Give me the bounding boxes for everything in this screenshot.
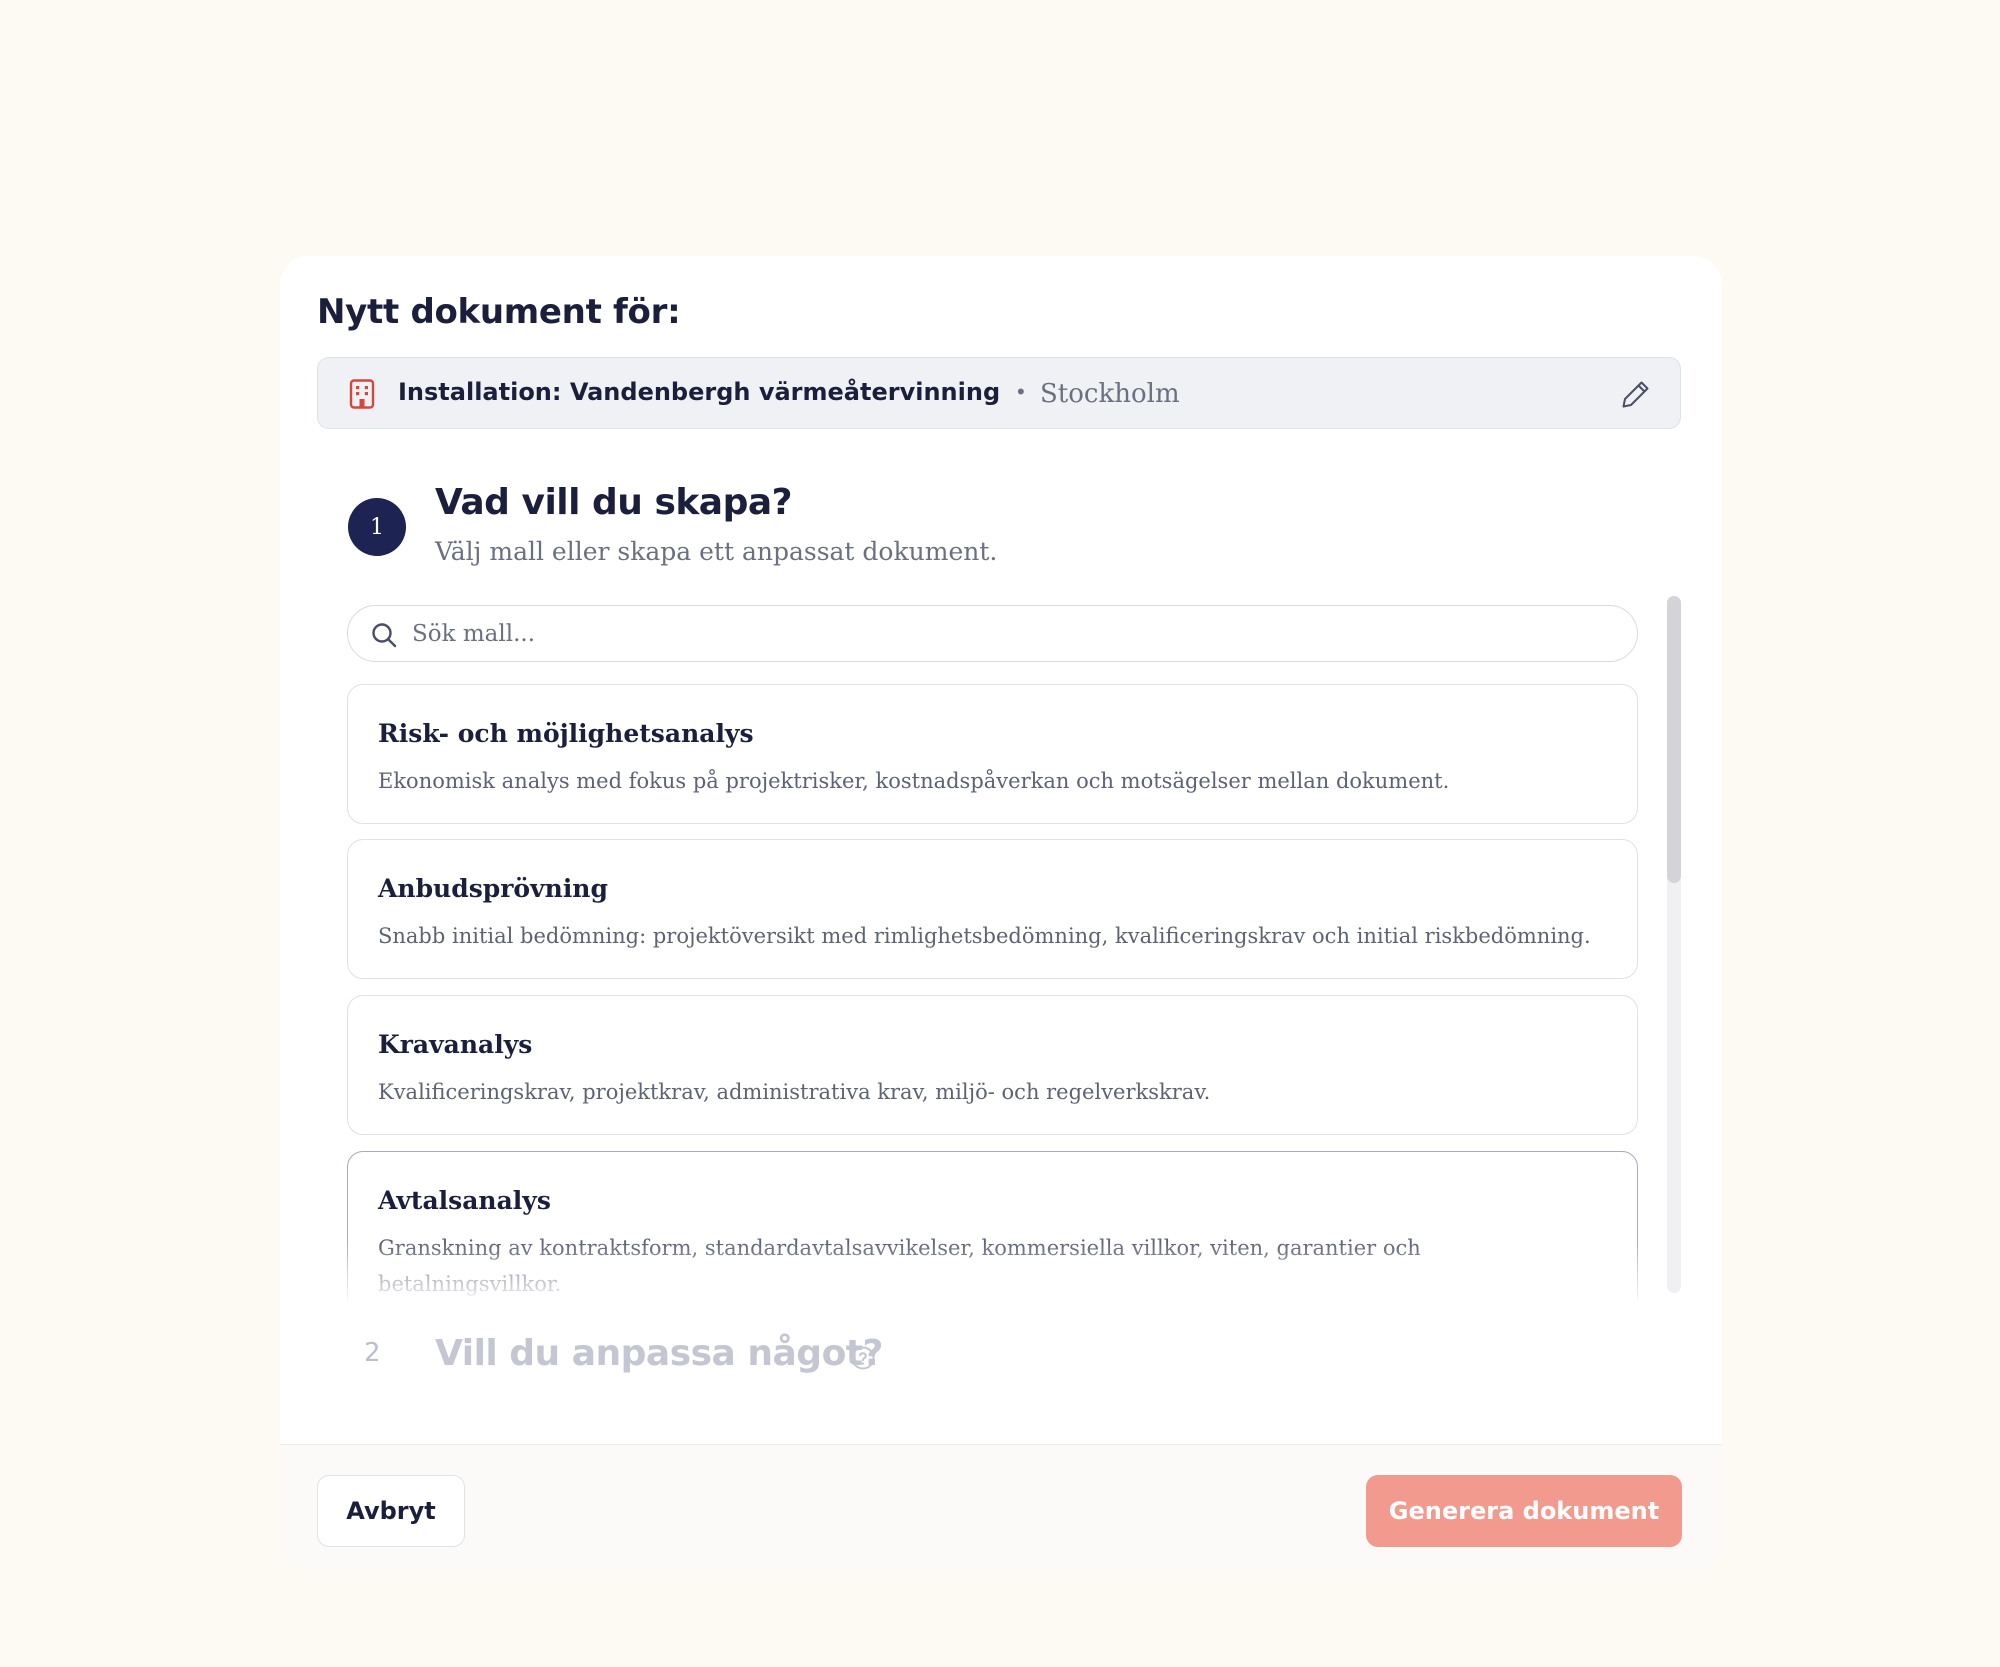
template-description: Granskning av kontraktsform, standardavt… xyxy=(378,1236,1421,1296)
step-1-title: Vad vill du skapa? xyxy=(435,482,793,523)
step-2-title: Vill du anpassa något? xyxy=(435,1333,883,1374)
template-title: Avtalsanalys xyxy=(378,1186,551,1215)
template-card-bid-review[interactable]: Anbudsprövning Snabb initial bedömning: … xyxy=(347,839,1638,979)
template-card-contract-analysis[interactable]: Avtalsanalys Granskning av kontraktsform… xyxy=(347,1151,1638,1302)
template-description: Snabb initial bedömning: projektöversikt… xyxy=(378,924,1591,948)
step-1-subtitle: Välj mall eller skapa ett anpassat dokum… xyxy=(435,537,998,566)
template-title: Risk- och möjlighetsanalys xyxy=(378,719,754,748)
building-icon xyxy=(349,379,375,409)
template-title: Anbudsprövning xyxy=(378,874,608,903)
generate-document-button[interactable]: Generera dokument xyxy=(1366,1475,1682,1547)
step-2-number: 2 xyxy=(364,1338,381,1368)
document-target: Installation: Vandenbergh värmeåtervinni… xyxy=(317,357,1681,429)
search-input[interactable] xyxy=(412,606,1612,661)
template-card-requirements-analysis[interactable]: Kravanalys Kvalificeringskrav, projektkr… xyxy=(347,995,1638,1135)
separator-dot: • xyxy=(1017,379,1025,404)
step-1-badge: 1 xyxy=(348,498,406,556)
help-circle-icon[interactable] xyxy=(850,1345,876,1371)
search-icon xyxy=(372,623,397,648)
template-title: Kravanalys xyxy=(378,1030,533,1059)
cancel-button[interactable]: Avbryt xyxy=(317,1475,465,1547)
scrollbar-thumb[interactable] xyxy=(1667,596,1681,883)
pencil-icon[interactable] xyxy=(1620,378,1652,410)
dialog-title: Nytt dokument för: xyxy=(317,292,681,332)
template-list: Risk- och möjlighetsanalys Ekonomisk ana… xyxy=(347,684,1639,1302)
template-description: Kvalificeringskrav, projektkrav, adminis… xyxy=(378,1080,1211,1104)
scrollbar[interactable] xyxy=(1667,596,1681,1293)
template-search xyxy=(347,605,1638,662)
target-city: Stockholm xyxy=(1040,379,1180,409)
template-card-risk-analysis[interactable]: Risk- och möjlighetsanalys Ekonomisk ana… xyxy=(347,684,1638,824)
new-document-dialog: Nytt dokument för: Installation: Vandenb… xyxy=(280,256,1722,1569)
dialog-footer: Avbryt Generera dokument xyxy=(280,1444,1722,1569)
template-description: Ekonomisk analys med fokus på projektris… xyxy=(378,769,1450,793)
target-name: Installation: Vandenbergh värmeåtervinni… xyxy=(398,378,1001,406)
